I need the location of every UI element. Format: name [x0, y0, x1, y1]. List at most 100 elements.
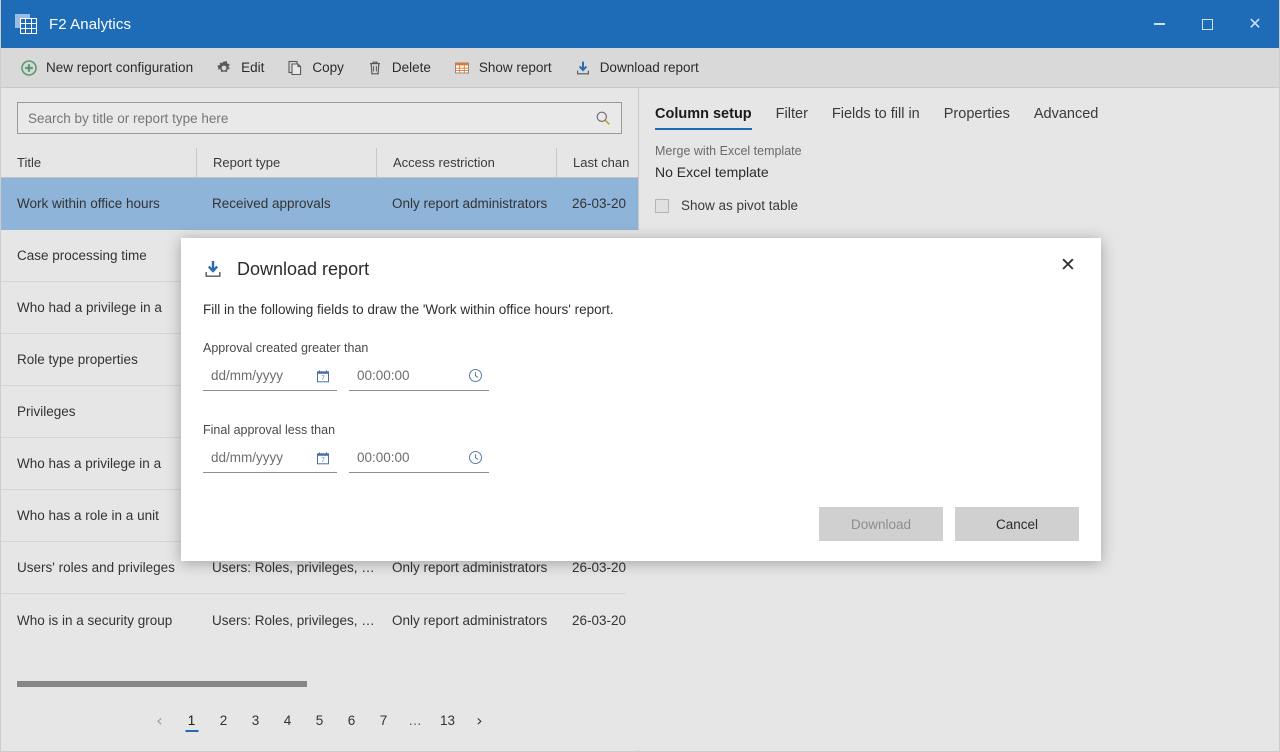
- copy-icon: [286, 59, 304, 77]
- edit-button[interactable]: Edit: [206, 54, 273, 82]
- field-group-final-approval-less-than: Final approval less than dd/mm/yyyy 7 00…: [181, 391, 1101, 473]
- pagination: ‹ 1 2 3 4 5 6 7 … 13 ›: [1, 689, 638, 751]
- pagination-next-button[interactable]: ›: [464, 705, 496, 735]
- table-row[interactable]: Work within office hours Received approv…: [1, 178, 638, 230]
- time-placeholder: 00:00:00: [357, 368, 467, 383]
- toolbar-item-label: Delete: [392, 60, 431, 75]
- pagination-page-5[interactable]: 5: [304, 705, 336, 735]
- dialog-title: Download report: [237, 259, 369, 280]
- minimize-button[interactable]: [1135, 0, 1183, 48]
- toolbar-item-label: New report configuration: [46, 60, 193, 75]
- column-header-access-restriction[interactable]: Access restriction: [376, 148, 556, 178]
- approval-created-time-input[interactable]: 00:00:00: [349, 361, 489, 391]
- date-placeholder: dd/mm/yyyy: [211, 368, 315, 383]
- pagination-page-13[interactable]: 13: [432, 705, 464, 735]
- cell-title: Who has a privilege in a: [1, 456, 196, 471]
- title-bar: F2 Analytics ✕: [1, 0, 1279, 48]
- pagination-page-1[interactable]: 1: [176, 705, 208, 735]
- field-label: Final approval less than: [203, 423, 1079, 437]
- plus-circle-icon: [20, 59, 38, 77]
- cell-report-type: Users: Roles, privileges, …: [196, 560, 376, 575]
- search-box[interactable]: [17, 102, 622, 134]
- show-as-pivot-table-label: Show as pivot table: [681, 198, 798, 213]
- field-group-approval-created-greater-than: Approval created greater than dd/mm/yyyy…: [181, 317, 1101, 391]
- tab-properties[interactable]: Properties: [932, 106, 1022, 130]
- download-icon: [574, 59, 592, 77]
- download-icon: [203, 258, 225, 280]
- tab-filter[interactable]: Filter: [764, 106, 820, 130]
- close-icon: ✕: [1248, 16, 1261, 32]
- show-as-pivot-table-checkbox[interactable]: [655, 199, 669, 213]
- dialog-header: Download report ✕: [181, 238, 1101, 280]
- cancel-button[interactable]: Cancel: [955, 507, 1079, 541]
- maximize-button[interactable]: [1183, 0, 1231, 48]
- pagination-page-4[interactable]: 4: [272, 705, 304, 735]
- application-window: F2 Analytics ✕ New report configuration …: [0, 0, 1280, 752]
- show-report-button[interactable]: Show report: [444, 54, 561, 82]
- column-header-title[interactable]: Title: [1, 148, 196, 178]
- gear-icon: [215, 59, 233, 77]
- field-label: Approval created greater than: [203, 341, 1079, 355]
- toolbar-item-label: Show report: [479, 60, 552, 75]
- window-controls: ✕: [1135, 0, 1279, 48]
- trash-icon: [366, 59, 384, 77]
- cell-title: Role type properties: [1, 352, 196, 367]
- clock-icon[interactable]: [467, 450, 483, 466]
- final-approval-time-input[interactable]: 00:00:00: [349, 443, 489, 473]
- download-report-dialog: Download report ✕ Fill in the following …: [181, 238, 1101, 561]
- copy-button[interactable]: Copy: [277, 54, 353, 82]
- cell-access-restriction: Only report administrators: [376, 560, 556, 575]
- cell-title: Who has a role in a unit: [1, 508, 196, 523]
- cell-access-restriction: Only report administrators: [376, 196, 556, 211]
- svg-text:7: 7: [321, 376, 325, 382]
- table-header-row: Title Report type Access restriction Las…: [1, 148, 638, 178]
- calendar-icon[interactable]: 7: [315, 368, 331, 384]
- toolbar-item-label: Edit: [241, 60, 264, 75]
- dialog-description: Fill in the following fields to draw the…: [181, 280, 1101, 317]
- date-placeholder: dd/mm/yyyy: [211, 450, 315, 465]
- table-row[interactable]: Who is in a security group Users: Roles,…: [1, 594, 638, 646]
- pagination-page-6[interactable]: 6: [336, 705, 368, 735]
- pagination-page-2[interactable]: 2: [208, 705, 240, 735]
- horizontal-scrollbar[interactable]: [17, 679, 622, 689]
- calendar-icon[interactable]: 7: [315, 450, 331, 466]
- clock-icon[interactable]: [467, 368, 483, 384]
- show-as-pivot-table-row[interactable]: Show as pivot table: [655, 198, 1263, 213]
- pagination-page-7[interactable]: 7: [368, 705, 400, 735]
- search-input[interactable]: [18, 111, 595, 126]
- tab-fields-to-fill-in[interactable]: Fields to fill in: [820, 106, 932, 130]
- cell-report-type: Users: Roles, privileges, …: [196, 613, 376, 628]
- close-window-button[interactable]: ✕: [1231, 0, 1279, 48]
- tab-column-setup[interactable]: Column setup: [655, 106, 764, 130]
- horizontal-scrollbar-thumb[interactable]: [17, 681, 307, 687]
- cell-title: Who had a privilege in a: [1, 300, 196, 315]
- settings-tabs: Column setup Filter Fields to fill in Pr…: [639, 94, 1279, 130]
- cell-title: Who is in a security group: [1, 613, 196, 628]
- delete-button[interactable]: Delete: [357, 54, 440, 82]
- app-title: F2 Analytics: [49, 16, 131, 33]
- cell-report-type: Received approvals: [196, 196, 376, 211]
- cell-title: Case processing time: [1, 248, 196, 263]
- new-report-configuration-button[interactable]: New report configuration: [11, 54, 202, 82]
- svg-text:7: 7: [321, 458, 325, 464]
- field-row: dd/mm/yyyy 7 00:00:00: [203, 361, 1079, 391]
- cell-access-restriction: Only report administrators: [376, 613, 556, 628]
- grid-table-icon: [453, 59, 471, 77]
- download-report-button[interactable]: Download report: [565, 54, 708, 82]
- search-icon[interactable]: [595, 110, 611, 126]
- toolbar-item-label: Download report: [600, 60, 699, 75]
- column-header-report-type[interactable]: Report type: [196, 148, 376, 178]
- pagination-prev-button[interactable]: ‹: [144, 705, 176, 735]
- download-button[interactable]: Download: [819, 507, 943, 541]
- final-approval-date-input[interactable]: dd/mm/yyyy 7: [203, 443, 337, 473]
- cell-title: Users' roles and privileges: [1, 560, 196, 575]
- column-setup-content: Merge with Excel template No Excel templ…: [639, 130, 1279, 213]
- approval-created-date-input[interactable]: dd/mm/yyyy 7: [203, 361, 337, 391]
- tab-advanced[interactable]: Advanced: [1022, 106, 1111, 130]
- excel-template-value[interactable]: No Excel template: [655, 164, 1263, 180]
- close-icon[interactable]: ✕: [1053, 250, 1083, 280]
- cell-title: Work within office hours: [1, 196, 196, 211]
- pagination-page-3[interactable]: 3: [240, 705, 272, 735]
- cell-title: Privileges: [1, 404, 196, 419]
- toolbar-item-label: Copy: [312, 60, 344, 75]
